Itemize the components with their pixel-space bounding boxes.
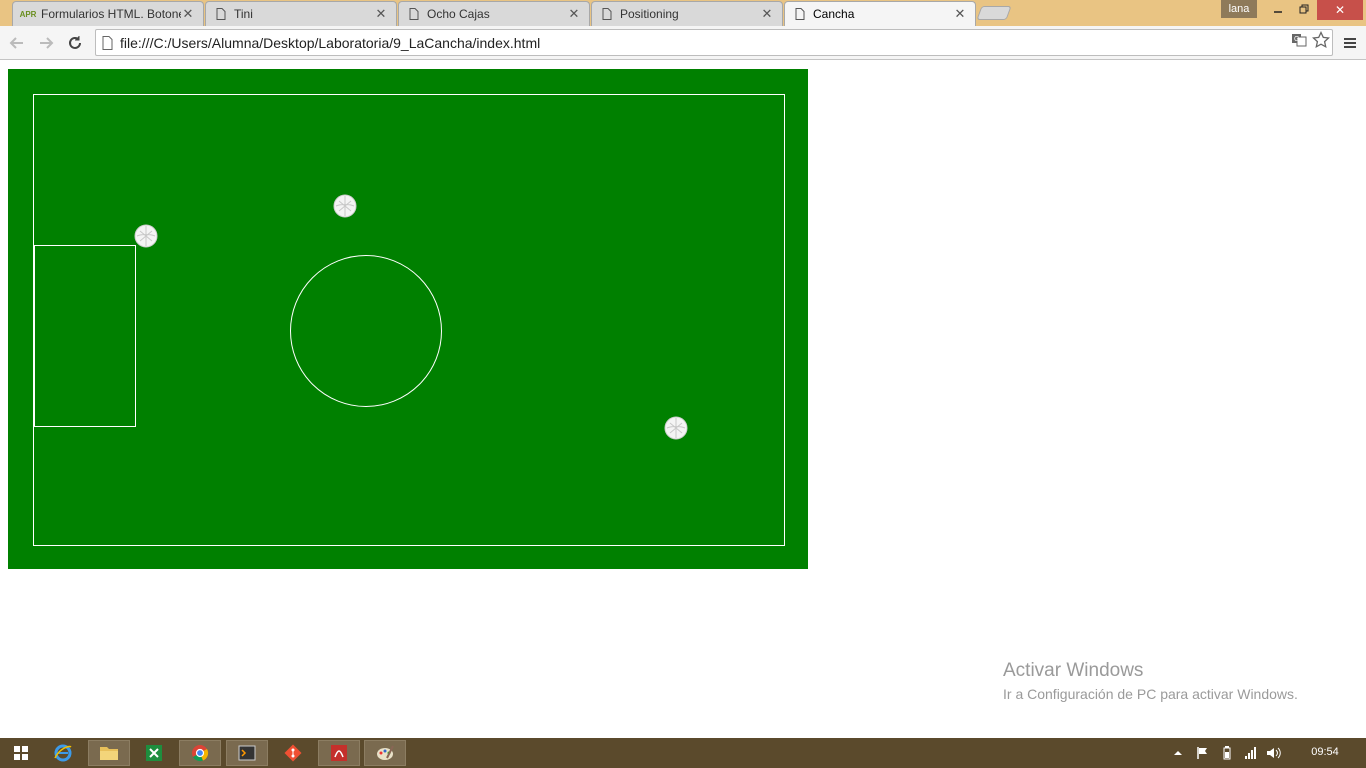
- reload-icon[interactable]: [64, 32, 86, 54]
- new-tab-button[interactable]: [976, 6, 1012, 20]
- address-bar[interactable]: file:///C:/Users/Alumna/Desktop/Laborato…: [95, 29, 1333, 56]
- git-icon[interactable]: [272, 740, 314, 766]
- tab-formularios[interactable]: APR Formularios HTML. Botone ✕: [12, 1, 204, 26]
- bookmark-star-icon[interactable]: [1311, 30, 1331, 50]
- page-icon: [102, 36, 113, 55]
- forward-arrow-icon[interactable]: [35, 32, 57, 54]
- tab-title: Cancha: [813, 7, 855, 21]
- start-icon[interactable]: [0, 740, 42, 766]
- flag-icon[interactable]: [1195, 745, 1211, 761]
- restore-icon[interactable]: [1291, 0, 1317, 20]
- close-icon[interactable]: ✕: [181, 7, 195, 21]
- back-arrow-icon[interactable]: [6, 32, 28, 54]
- windows-activation-watermark: Activar Windows Ir a Configuración de PC…: [1003, 660, 1298, 702]
- terminal-icon[interactable]: [226, 740, 268, 766]
- window-close-button[interactable]: ✕: [1317, 0, 1363, 20]
- soccer-ball-icon: [333, 194, 357, 218]
- tab-title: Ocho Cajas: [427, 7, 490, 21]
- goal-area: [34, 245, 136, 427]
- tab-title: Tini: [234, 7, 253, 21]
- taskbar-clock[interactable]: 09:54: [1300, 746, 1350, 758]
- power-icon[interactable]: [1219, 745, 1235, 761]
- tab-title: Formularios HTML. Botone: [41, 7, 181, 21]
- tab-tini[interactable]: Tini ✕: [205, 1, 397, 26]
- volume-icon[interactable]: [1266, 745, 1282, 761]
- page-icon: [214, 7, 228, 21]
- activation-subtitle: Ir a Configuración de PC para activar Wi…: [1003, 686, 1298, 702]
- tab-ocho-cajas[interactable]: Ocho Cajas ✕: [398, 1, 590, 26]
- page-icon: [793, 7, 807, 21]
- excel-icon[interactable]: [133, 740, 175, 766]
- soccer-field: [8, 69, 808, 569]
- soccer-ball-icon: [664, 416, 688, 440]
- apr-favicon-icon: APR: [19, 9, 37, 19]
- svg-text:G: G: [1294, 36, 1299, 43]
- close-icon[interactable]: ✕: [760, 7, 774, 21]
- chevron-up-icon[interactable]: [1170, 745, 1186, 761]
- signal-icon[interactable]: [1243, 745, 1259, 761]
- profile-badge[interactable]: lana: [1221, 0, 1257, 18]
- tab-cancha[interactable]: Cancha ✕: [784, 1, 976, 26]
- windows-taskbar: 09:54: [0, 738, 1366, 768]
- translate-icon[interactable]: G: [1289, 30, 1309, 50]
- menu-icon[interactable]: [1339, 32, 1361, 54]
- tab-strip: APR Formularios HTML. Botone ✕ Tini ✕ Oc…: [0, 0, 1366, 26]
- browser-toolbar: file:///C:/Users/Alumna/Desktop/Laborato…: [0, 26, 1366, 60]
- minimize-icon[interactable]: [1265, 0, 1291, 20]
- url-text[interactable]: file:///C:/Users/Alumna/Desktop/Laborato…: [120, 35, 540, 51]
- tab-positioning[interactable]: Positioning ✕: [591, 1, 783, 26]
- tab-title: Positioning: [620, 7, 679, 21]
- soccer-ball-icon: [134, 224, 158, 248]
- paint-icon[interactable]: [364, 740, 406, 766]
- close-icon: ✕: [1334, 3, 1346, 17]
- internet-explorer-icon[interactable]: [42, 740, 84, 766]
- close-icon[interactable]: ✕: [374, 7, 388, 21]
- activation-title: Activar Windows: [1003, 660, 1144, 681]
- close-icon[interactable]: ✕: [953, 7, 967, 21]
- page-viewport: Activar Windows Ir a Configuración de PC…: [0, 61, 1366, 738]
- chrome-icon[interactable]: [179, 740, 221, 766]
- page-icon: [600, 7, 614, 21]
- close-icon[interactable]: ✕: [567, 7, 581, 21]
- page-icon: [407, 7, 421, 21]
- acrobat-icon[interactable]: [318, 740, 360, 766]
- center-circle: [290, 255, 442, 407]
- file-explorer-icon[interactable]: [88, 740, 130, 766]
